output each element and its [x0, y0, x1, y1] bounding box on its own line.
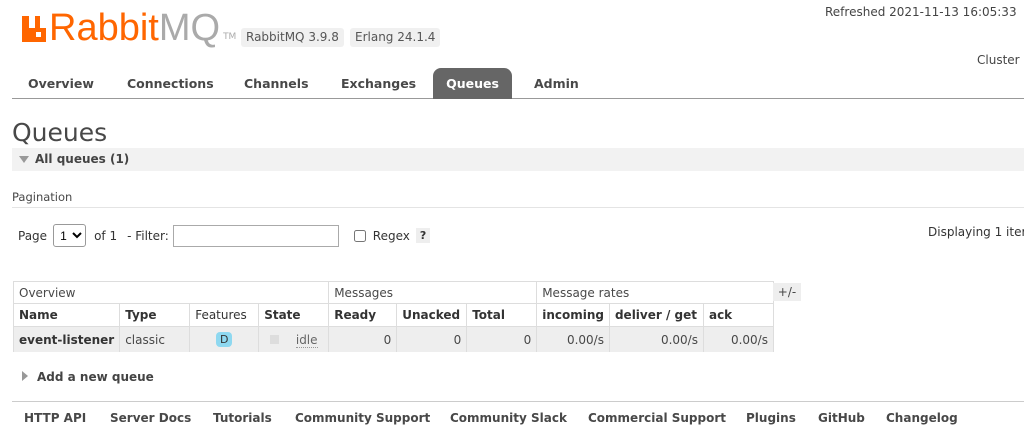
tab-connections[interactable]: Connections: [113, 68, 228, 99]
col-ready[interactable]: Ready: [328, 303, 398, 327]
queue-state: idle: [295, 332, 318, 348]
col-total[interactable]: Total: [466, 303, 538, 327]
tab-queues[interactable]: Queues: [433, 68, 512, 99]
columns-toggle-button[interactable]: +/-: [773, 283, 801, 301]
page-select[interactable]: 1: [53, 224, 87, 247]
regex-checkbox[interactable]: [353, 229, 366, 242]
all-queues-toggle[interactable]: All queues (1): [12, 148, 1024, 171]
filter-input[interactable]: [172, 224, 339, 247]
footer-link-plugins[interactable]: Plugins: [746, 411, 796, 425]
logo-text: Rabbit: [49, 7, 159, 49]
help-button[interactable]: ?: [415, 228, 431, 243]
footer-link-changelog[interactable]: Changelog: [886, 411, 958, 425]
logo-tm: TM: [223, 32, 237, 42]
col-deliver-get[interactable]: deliver / get: [608, 303, 704, 327]
footer-link-http-api[interactable]: HTTP API: [24, 411, 86, 425]
group-message-rates: Message rates: [536, 281, 774, 304]
table-row[interactable]: event-listener classic D idle 0 0 0 0.00…: [12, 326, 774, 353]
erlang-badge: Erlang 24.1.4: [350, 28, 441, 47]
add-queue-toggle[interactable]: Add a new queue: [22, 370, 154, 384]
version-badge: RabbitMQ 3.9.8: [241, 28, 344, 47]
refreshed-time[interactable]: Refreshed 2021-11-13 16:05:33: [825, 5, 1017, 19]
page-count: of 1: [94, 228, 118, 243]
queues-table: Overview Messages Message rates Name Typ…: [12, 281, 774, 353]
col-incoming[interactable]: incoming: [536, 303, 610, 327]
group-messages: Messages: [328, 281, 538, 304]
add-queue-label: Add a new queue: [37, 370, 154, 384]
cluster-name: Cluster r: [977, 53, 1024, 67]
regex-label: Regex: [372, 228, 410, 243]
ready-count: 0: [328, 326, 398, 353]
col-ack[interactable]: ack: [702, 303, 774, 327]
tab-admin[interactable]: Admin: [520, 68, 593, 99]
tab-overview[interactable]: Overview: [14, 68, 108, 99]
pagination-controls: Page 1 of 1 - Filter: Regex ?: [18, 224, 431, 247]
unacked-count: 0: [396, 326, 468, 353]
page-label: Page: [18, 228, 48, 243]
durable-badge: D: [215, 332, 233, 347]
state-indicator-icon: [269, 334, 279, 344]
tab-exchanges[interactable]: Exchanges: [327, 68, 430, 99]
queue-type: classic: [119, 326, 191, 353]
col-state[interactable]: State: [258, 303, 330, 327]
tab-channels[interactable]: Channels: [230, 68, 323, 99]
total-count: 0: [466, 326, 538, 353]
displaying-count: Displaying 1 iter: [928, 225, 1024, 239]
footer-link-server-docs[interactable]: Server Docs: [110, 411, 191, 425]
rabbitmq-logo: Rabbit MQ TM: [22, 8, 236, 48]
logo-text-mq: MQ: [158, 7, 221, 49]
footer-link-community-slack[interactable]: Community Slack: [450, 411, 567, 425]
section-title: All queues (1): [35, 152, 130, 166]
deliver-get-rate: 0.00/s: [608, 326, 704, 353]
queue-name-link[interactable]: event-listener: [12, 326, 121, 353]
footer-link-github[interactable]: GitHub: [818, 411, 865, 425]
footer-link-commercial-support[interactable]: Commercial Support: [588, 411, 726, 425]
filter-label: - Filter:: [127, 228, 169, 243]
pagination-heading: Pagination: [12, 190, 1024, 208]
rabbitmq-logo-icon: [22, 16, 46, 42]
col-unacked[interactable]: Unacked: [396, 303, 468, 327]
group-overview: Overview: [12, 281, 330, 304]
footer-link-tutorials[interactable]: Tutorials: [213, 411, 272, 425]
incoming-rate: 0.00/s: [536, 326, 610, 353]
col-type[interactable]: Type: [119, 303, 191, 327]
main-nav: Overview Connections Channels Exchanges …: [12, 68, 1024, 99]
col-name[interactable]: Name: [12, 303, 121, 327]
footer: HTTP API Server Docs Tutorials Community…: [12, 401, 1024, 431]
ack-rate: 0.00/s: [702, 326, 774, 353]
page-title: Queues: [12, 118, 108, 147]
collapse-arrow-icon: [19, 156, 29, 163]
expand-arrow-icon: [22, 371, 28, 381]
footer-link-community-support[interactable]: Community Support: [295, 411, 430, 425]
col-features[interactable]: Features: [189, 303, 260, 327]
